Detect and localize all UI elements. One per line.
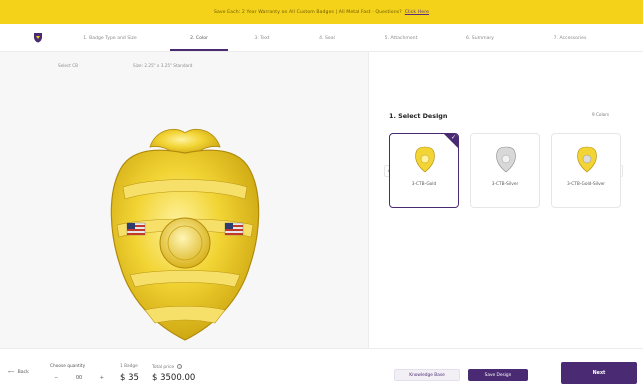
select-design-title: 1. Select Design — [389, 112, 448, 120]
step-badge-type[interactable]: 1. Badge Type and Size — [68, 24, 152, 52]
knowledge-base-button[interactable]: Knowledge Base — [394, 369, 460, 381]
design-card-gold-silver[interactable]: 3-CTB-Gold-Silver — [551, 133, 621, 208]
design-card-gold[interactable]: ✓ 3-CTB-Gold — [389, 133, 459, 208]
quantity-stepper[interactable]: − 00 + — [54, 373, 104, 383]
panel-divider — [368, 52, 369, 348]
unit-label: 1 Badge — [120, 364, 138, 369]
brand-logo-icon[interactable] — [32, 31, 44, 43]
back-arrow-icon: ⟵ — [8, 370, 15, 375]
badge-thumb-gold-silver-icon — [577, 146, 597, 173]
badge-thumb-gold-icon — [415, 146, 435, 173]
active-step-indicator — [170, 49, 228, 51]
design-card-silver[interactable]: 3-CTB-Silver — [470, 133, 540, 208]
info-icon[interactable]: i — [177, 364, 183, 369]
save-design-button[interactable]: Save Design — [468, 369, 528, 381]
back-label: Back — [17, 370, 29, 375]
design-card-label: 3-CTB-Gold-Silver — [566, 182, 606, 187]
design-card-label: 3-CTB-Gold — [411, 182, 437, 187]
next-button[interactable]: Next — [561, 362, 637, 384]
total-label: Total price i — [152, 364, 183, 370]
quantity-value[interactable]: 00 — [76, 375, 82, 381]
size-label: Size: 2.25" x 3.25" Standard — [133, 63, 193, 68]
step-seal[interactable]: 4. Seal — [305, 24, 349, 52]
step-color[interactable]: 2. Color — [170, 24, 228, 52]
select-cb-label[interactable]: Select CB — [58, 63, 78, 68]
step-text[interactable]: 3. Text — [240, 24, 284, 52]
promo-banner-text: Save Each: 2 Year Warranty on All Custom… — [213, 9, 402, 15]
steps-nav: 1. Badge Type and Size 2. Color 3. Text … — [0, 24, 643, 52]
plus-icon[interactable]: + — [100, 375, 104, 381]
unit-price: $ 35 — [120, 373, 139, 383]
total-price: $ 3500.00 — [152, 373, 196, 383]
step-attachment[interactable]: 5. Attachment — [370, 24, 432, 52]
minus-icon[interactable]: − — [54, 375, 58, 381]
design-count: 9 Colors — [592, 112, 610, 117]
step-summary[interactable]: 6. Summary — [452, 24, 508, 52]
badge-preview-image — [95, 125, 275, 345]
back-button[interactable]: ⟵ Back — [8, 370, 29, 375]
check-icon: ✓ — [450, 134, 456, 141]
promo-banner: Save Each: 2 Year Warranty on All Custom… — [0, 0, 643, 24]
design-card-label: 3-CTB-Silver — [491, 182, 519, 187]
promo-banner-link[interactable]: Click Here — [405, 10, 429, 15]
badge-thumb-silver-icon — [496, 146, 516, 173]
step-accessories[interactable]: 7. Accessories — [538, 24, 602, 52]
quantity-label: Choose quantity — [50, 364, 86, 369]
